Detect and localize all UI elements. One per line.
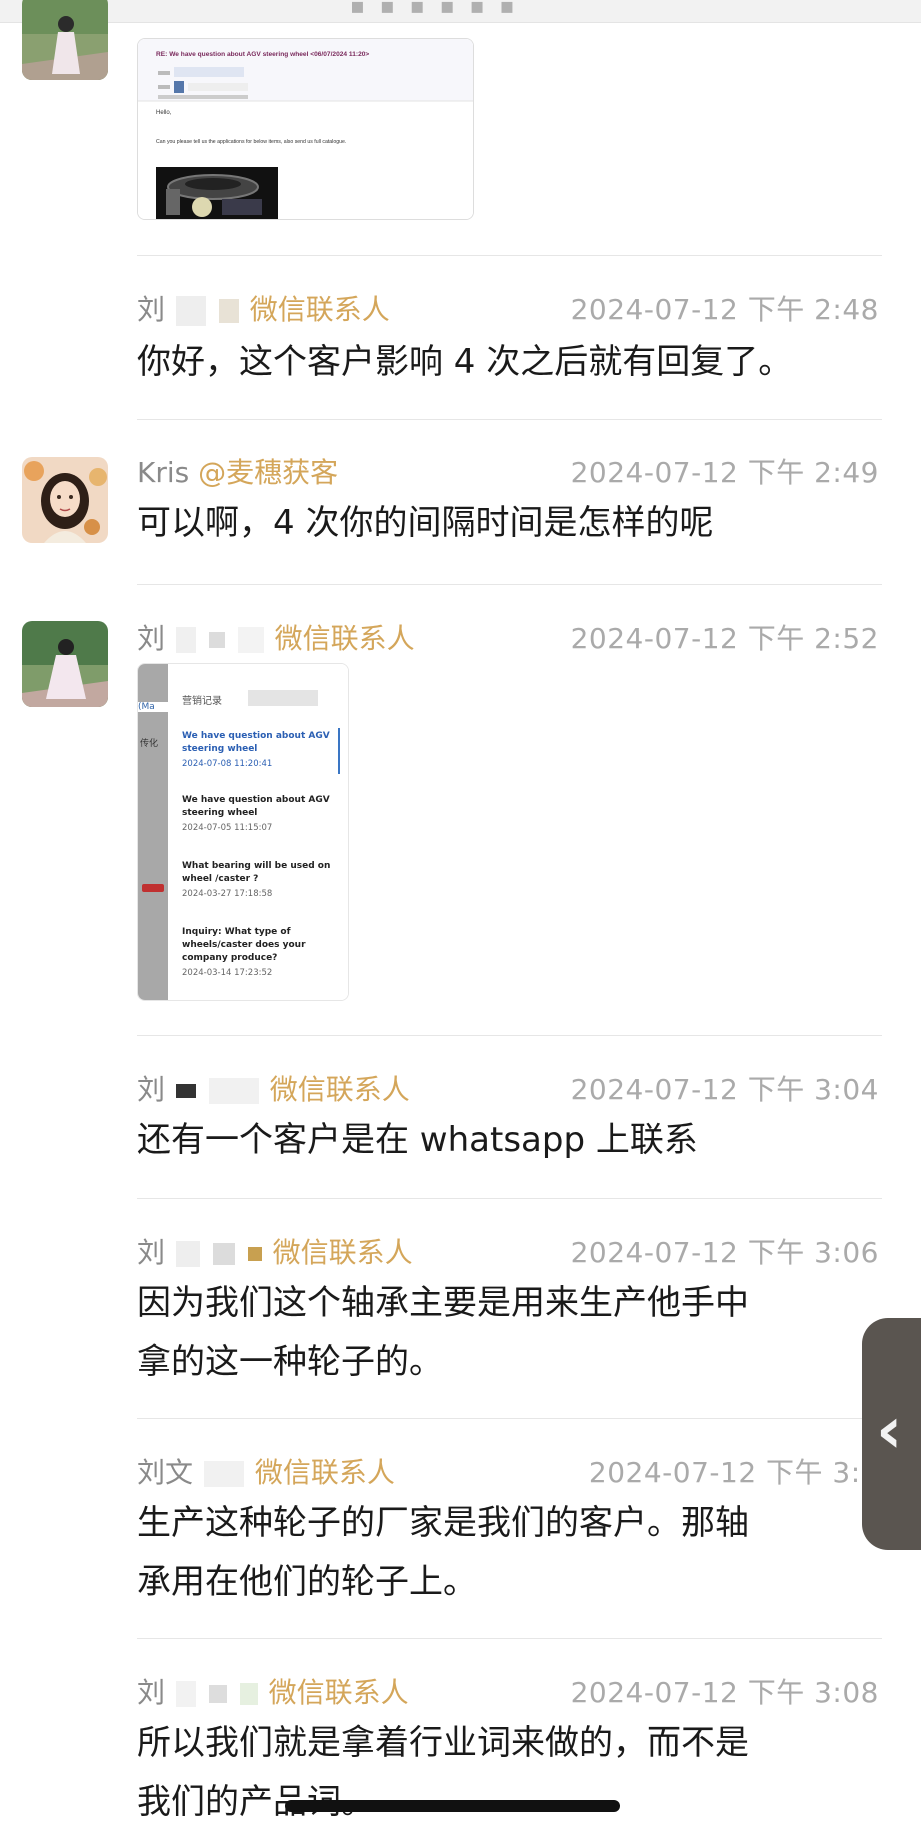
divider	[137, 584, 882, 585]
redacted-block	[175, 1681, 196, 1707]
message-text: 生产这种轮子的厂家是我们的客户。那轴 承用在他们的轮子上。	[137, 1494, 877, 1612]
message-time: 2024-07-12 下午 2:49	[570, 456, 879, 489]
redacted-block	[248, 690, 318, 706]
sender-name: 刘 微信联系人	[137, 1073, 410, 1106]
redacted-block	[208, 1685, 227, 1703]
message-time: 2024-07-12 下午 3:0	[588, 1456, 879, 1489]
message-text: 你好，这个客户影响 4 次之后就有回复了。	[137, 342, 793, 382]
sender-name: 刘 微信联系人	[137, 293, 390, 326]
message-text-line: 承用在他们的轮子上。	[137, 1562, 477, 1602]
record-time: 2024-03-14 17:23:52	[182, 968, 273, 978]
redacted-block	[237, 627, 264, 653]
redacted-block	[175, 1084, 196, 1098]
divider	[137, 419, 882, 420]
record-item[interactable]: Inquiry: What type of wheels/caster does…	[182, 926, 332, 978]
record-item[interactable]: What bearing will be used on wheel /cast…	[182, 860, 332, 899]
record-title: Inquiry: What type of wheels/caster does…	[182, 927, 306, 963]
sender-tag: 微信联系人	[254, 1456, 395, 1489]
email-subject: RE: We have question about AGV steering …	[156, 51, 369, 58]
message-text-line: 拿的这一种轮子的。	[137, 1342, 443, 1382]
redacted-block	[175, 296, 206, 326]
message-time: 2024-07-12 下午 3:04	[570, 1073, 879, 1106]
sender-name: 刘 微信联系人	[137, 1236, 413, 1269]
record-title: We have question about AGV steering whee…	[182, 731, 330, 754]
redacted-block	[203, 1461, 244, 1487]
sender-tag: 微信联系人	[249, 293, 390, 326]
redacted-block	[247, 1247, 262, 1261]
top-bar-title: ▪ ▪ ▪ ▪ ▪ ▪	[350, 0, 519, 19]
redacted-block	[212, 1243, 235, 1265]
email-screenshot[interactable]: RE: We have question about AGV steering …	[137, 38, 474, 220]
sender-name: 刘文 微信联系人	[137, 1456, 395, 1489]
record-time: 2024-03-27 17:18:58	[182, 889, 273, 899]
record-title: What bearing will be used on wheel /cast…	[182, 861, 331, 884]
sender-tag: 微信联系人	[272, 1236, 413, 1269]
sender-name: 刘 微信联系人	[137, 1676, 409, 1709]
divider	[137, 1198, 882, 1199]
record-time: 2024-07-05 11:15:07	[182, 823, 273, 833]
records-side-panel: (Ma 传化	[138, 664, 168, 1000]
message-time: 2024-07-12 下午 3:06	[570, 1236, 879, 1269]
redacted-block	[218, 299, 239, 323]
avatar-landscape-icon	[22, 621, 108, 707]
divider	[137, 1035, 882, 1036]
sender-name: Kris @麦穗获客	[137, 456, 339, 489]
record-item[interactable]: We have question about AGV steering whee…	[182, 730, 332, 769]
message-time: 2024-07-12 下午 2:48	[570, 293, 879, 326]
top-bar: ▪ ▪ ▪ ▪ ▪ ▪	[0, 0, 921, 23]
active-indicator	[338, 728, 340, 774]
avatar[interactable]	[22, 621, 108, 707]
marketing-records-screenshot[interactable]: (Ma 传化 营销记录 We have question about AGV s…	[137, 663, 349, 1001]
redacted-block	[208, 632, 225, 648]
record-time: 2024-07-08 11:20:41	[182, 759, 273, 769]
records-side-badge	[142, 884, 164, 892]
sender-tag: 微信联系人	[269, 1073, 410, 1106]
message-time: 2024-07-12 下午 2:52	[570, 622, 879, 655]
chevron-left-icon: ‹	[876, 1394, 903, 1468]
message-text-line: 所以我们就是拿着行业词来做的，而不是	[137, 1723, 749, 1763]
avatar-landscape-icon	[22, 0, 108, 80]
records-side-label: (Ma	[138, 702, 168, 712]
message-text-line: 因为我们这个轴承主要是用来生产他手中	[137, 1283, 749, 1323]
records-header: 营销记录	[182, 696, 222, 707]
record-item[interactable]: We have question about AGV steering whee…	[182, 794, 332, 833]
redacted-block	[239, 1683, 258, 1705]
avatar-girl-icon	[22, 457, 108, 543]
avatar[interactable]	[22, 457, 108, 543]
email-body: Can you please tell us the applications …	[156, 139, 346, 145]
side-drawer-handle[interactable]: ‹	[862, 1318, 921, 1550]
redacted-block	[175, 627, 196, 653]
home-indicator[interactable]	[285, 1800, 620, 1812]
message-time: 2024-07-12 下午 3:08	[570, 1676, 879, 1709]
divider	[137, 255, 882, 256]
records-side-label: 传化	[140, 739, 159, 749]
message-text: 可以啊，4 次你的间隔时间是怎样的呢	[137, 503, 714, 543]
divider	[137, 1418, 882, 1419]
message-text: 还有一个客户是在 whatsapp 上联系	[137, 1120, 698, 1160]
message-text: 因为我们这个轴承主要是用来生产他手中 拿的这一种轮子的。	[137, 1274, 877, 1392]
email-greeting: Hello,	[156, 110, 172, 116]
divider	[137, 1638, 882, 1639]
message-text-line: 生产这种轮子的厂家是我们的客户。那轴	[137, 1503, 749, 1543]
message-text: 所以我们就是拿着行业词来做的，而不是 我们的产品词。	[137, 1714, 877, 1832]
avatar[interactable]	[22, 0, 108, 80]
sender-tag: 微信联系人	[268, 1676, 409, 1709]
redacted-block	[175, 1241, 200, 1267]
redacted-block	[208, 1078, 259, 1104]
sender-tag: @麦穗获客	[198, 456, 339, 489]
sender-name: 刘 微信联系人	[137, 622, 415, 655]
email-preview: RE: We have question about AGV steering …	[138, 39, 473, 219]
sender-tag: 微信联系人	[274, 622, 415, 655]
record-title: We have question about AGV steering whee…	[182, 795, 330, 818]
